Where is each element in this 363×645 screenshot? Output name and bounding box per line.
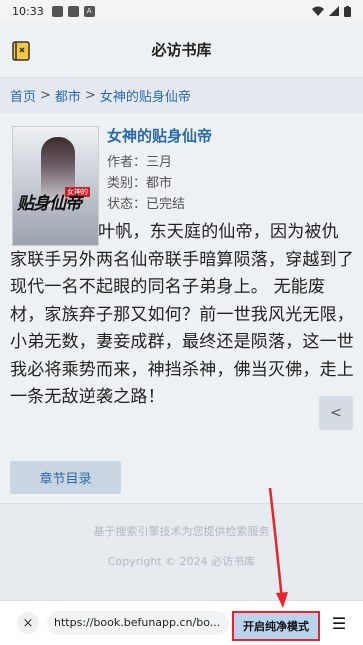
notification-icon: A bbox=[83, 5, 95, 17]
breadcrumb-separator: > bbox=[84, 88, 96, 103]
status-time: 10:33 bbox=[12, 4, 44, 18]
book-icon[interactable] bbox=[10, 40, 32, 62]
url-field[interactable]: https://book.befunapp.cn/bo... bbox=[47, 611, 229, 635]
footer-copyright: Copyright © 2024 必访书库 bbox=[107, 555, 256, 568]
footer-notice: 基于搜索引擎技术为您提供检索服务 bbox=[93, 525, 270, 538]
book-title: 女神的贴身仙帝 bbox=[107, 127, 213, 145]
notification-icon bbox=[67, 5, 79, 17]
footer: 基于搜索引擎技术为您提供检索服务 Copyright © 2024 必访书库 bbox=[0, 503, 363, 600]
page-title: 必访书库 bbox=[151, 41, 212, 59]
breadcrumb-category-link[interactable]: 都市 bbox=[55, 86, 81, 105]
book-detail: 女神的 贴身仙帝 女神的贴身仙帝 作者：三月 类别：都市 状态：已完结 叶帆，东… bbox=[0, 113, 363, 503]
breadcrumb-separator: > bbox=[40, 88, 51, 103]
book-author: 作者：三月 bbox=[107, 155, 173, 170]
breadcrumb: 首页 > 都市 > 女神的贴身仙帝 bbox=[0, 78, 363, 113]
book-description: 叶帆，东天庭的仙帝，因为被仇家联手另外两名仙帝联手暗算陨落，穿越到了现代一名不起… bbox=[10, 222, 354, 407]
battery-icon bbox=[344, 5, 351, 17]
breadcrumb-book-link[interactable]: 女神的贴身仙帝 bbox=[100, 86, 191, 105]
cover-title: 贴身仙帝 bbox=[17, 194, 82, 214]
breadcrumb-home-link[interactable]: 首页 bbox=[10, 86, 36, 105]
signal-icon bbox=[329, 6, 339, 16]
book-status: 状态：已完结 bbox=[107, 197, 186, 212]
browser-bottom-bar: × https://book.befunapp.cn/bo... 开启纯净模式 … bbox=[0, 600, 363, 645]
collapse-icon[interactable]: < bbox=[319, 396, 353, 430]
menu-icon[interactable]: ☰ bbox=[330, 614, 348, 633]
pure-mode-button[interactable]: 开启纯净模式 bbox=[232, 611, 320, 641]
status-bar: 10:33 A bbox=[0, 0, 363, 22]
chapter-list-button[interactable]: 章节目录 bbox=[10, 461, 121, 494]
notification-icon bbox=[51, 5, 63, 17]
wifi-icon bbox=[312, 6, 324, 16]
close-icon[interactable]: × bbox=[17, 612, 39, 634]
book-meta: 女神的贴身仙帝 作者：三月 类别：都市 状态：已完结 bbox=[107, 125, 347, 215]
book-category: 类别：都市 bbox=[107, 176, 173, 191]
app-header: 必访书库 bbox=[0, 22, 363, 78]
